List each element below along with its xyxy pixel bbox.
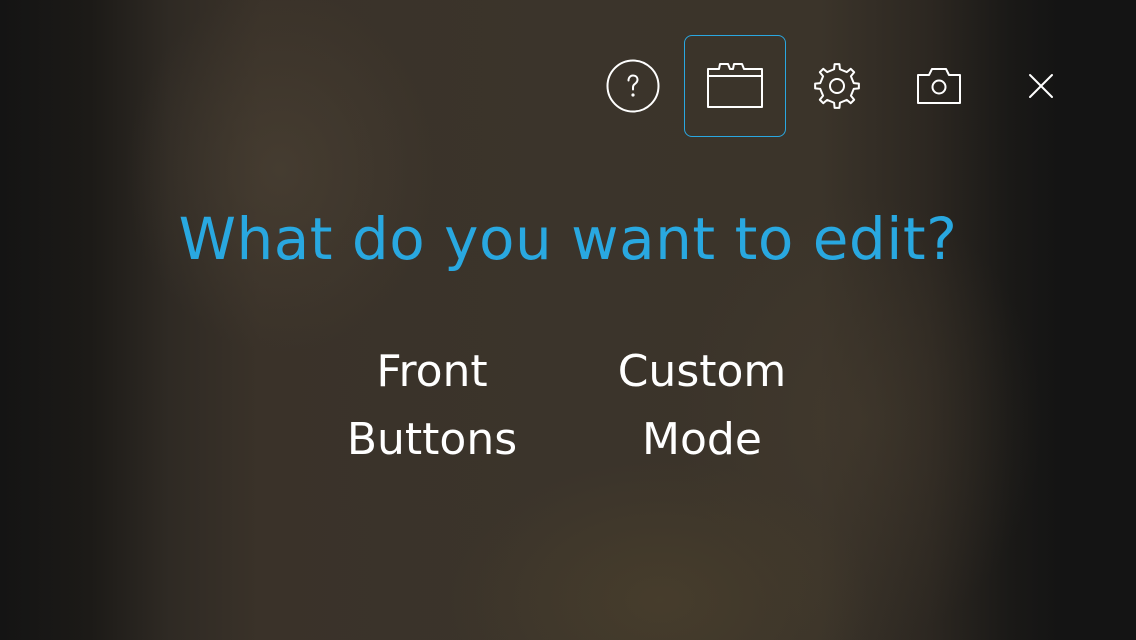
camera-icon — [916, 66, 962, 106]
gear-icon — [812, 61, 862, 111]
camera-button[interactable] — [888, 35, 990, 137]
help-button[interactable] — [582, 35, 684, 137]
option-label-line: Custom — [617, 346, 787, 397]
option-label-line: Buttons — [346, 414, 518, 465]
front-buttons-option[interactable]: Front Buttons — [302, 338, 562, 474]
settings-button[interactable] — [786, 35, 888, 137]
option-label-line: Front — [376, 346, 488, 397]
custom-mode-option[interactable]: Custom Mode — [572, 338, 832, 474]
folder-icon — [706, 61, 764, 111]
page-title: What do you want to edit? — [178, 205, 958, 273]
close-button[interactable] — [990, 35, 1092, 137]
help-circle-icon — [605, 58, 661, 114]
top-toolbar — [582, 35, 1092, 137]
presets-button[interactable] — [684, 35, 786, 137]
close-icon — [1027, 72, 1055, 100]
option-label-line: Mode — [642, 414, 762, 465]
